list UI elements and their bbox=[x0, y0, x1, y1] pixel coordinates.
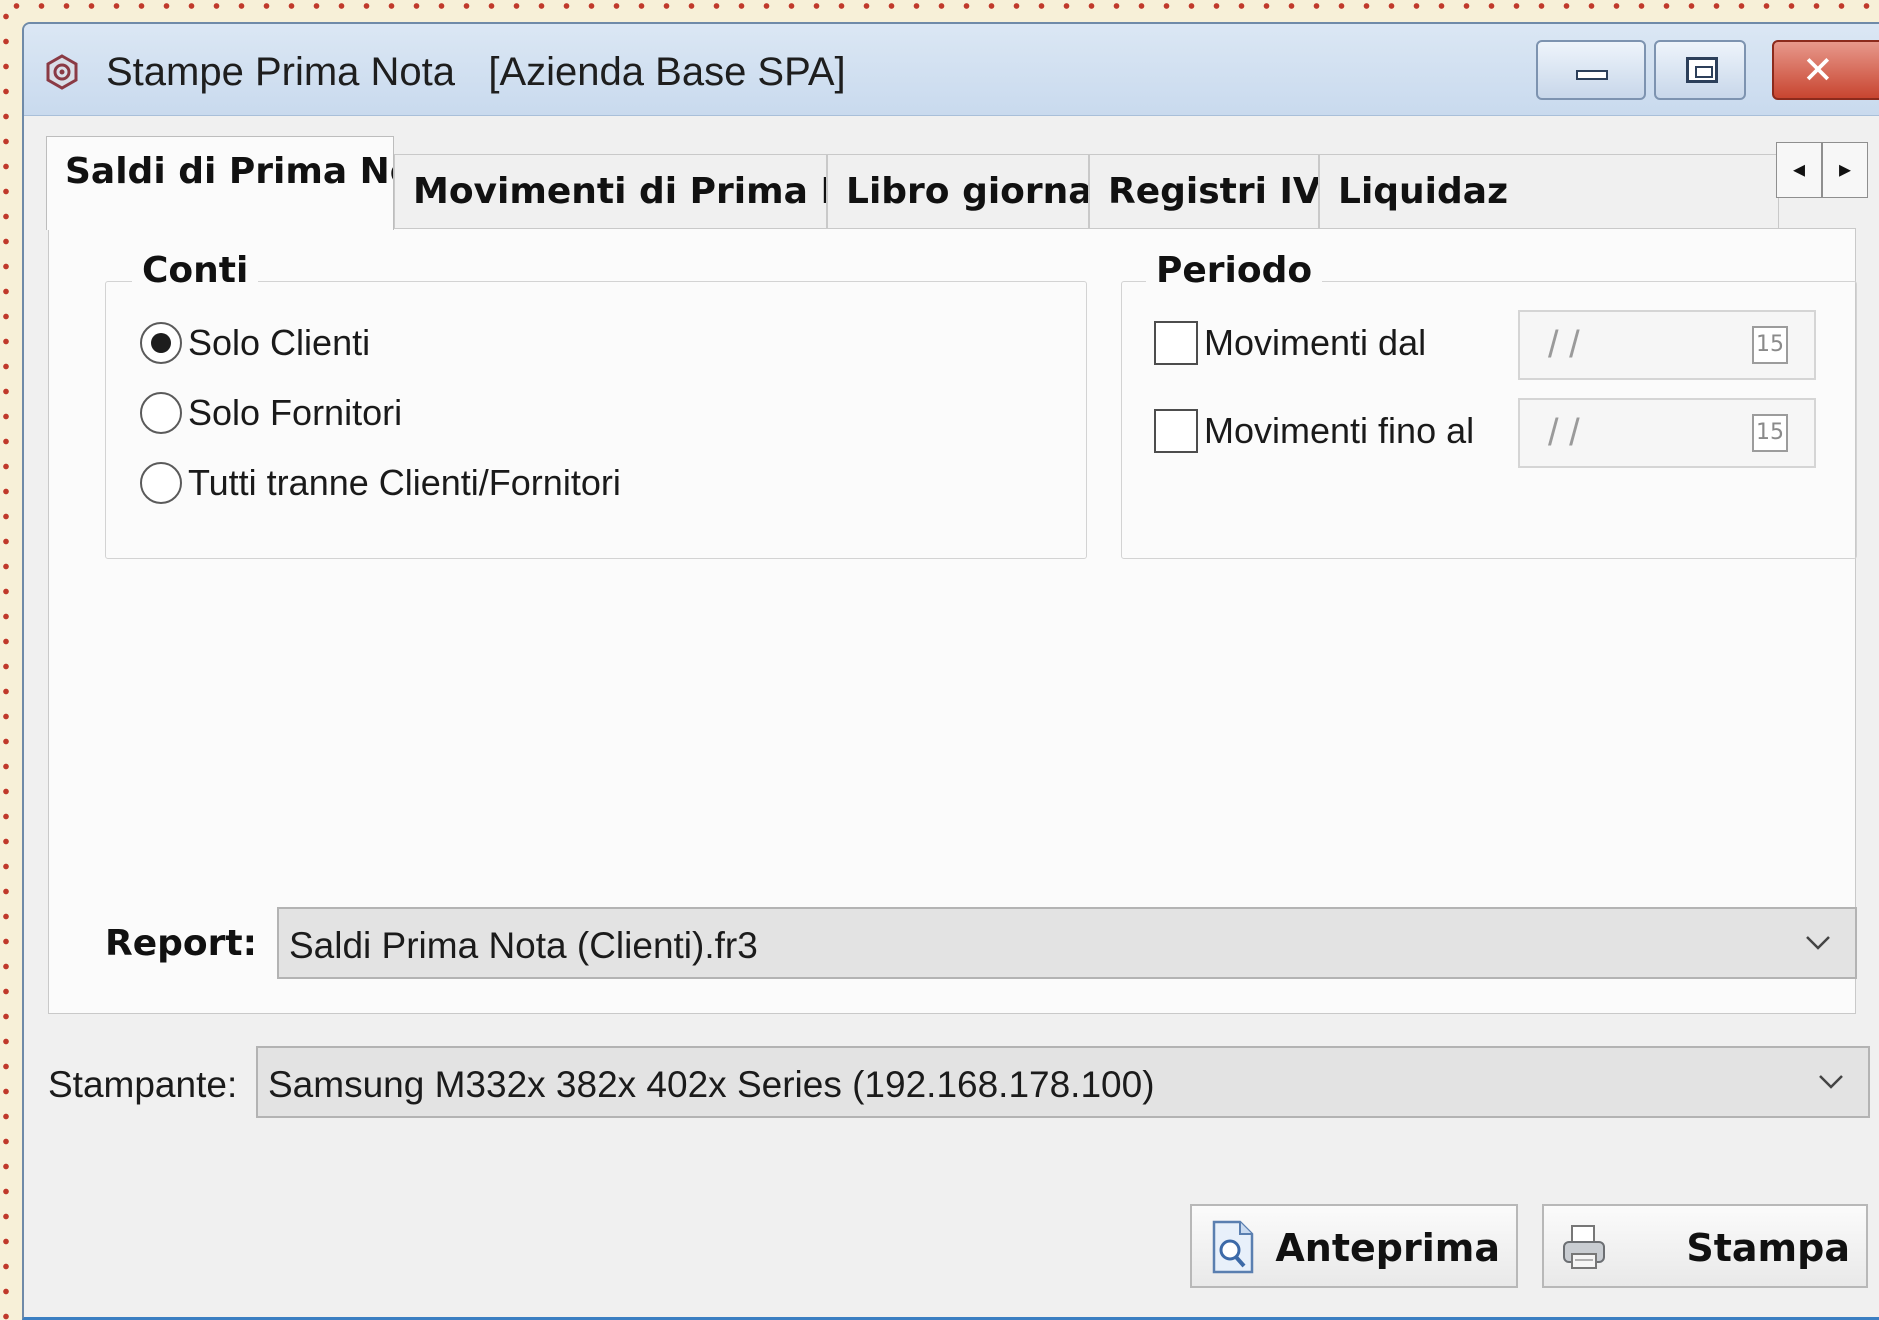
radio-button[interactable] bbox=[140, 462, 182, 504]
conti-legend: Conti bbox=[132, 250, 259, 291]
dotted-border-top bbox=[0, 0, 1879, 12]
radio-button-checked[interactable] bbox=[140, 322, 182, 364]
report-select[interactable]: Saldi Prima Nota (Clienti).fr3 bbox=[277, 907, 1857, 979]
tab-scroller: ◂ ▸ bbox=[1776, 142, 1868, 198]
radio-label: Solo Clienti bbox=[188, 322, 371, 363]
radio-solo-clienti[interactable]: Solo Clienti bbox=[140, 318, 370, 368]
radio-tutti-tranne[interactable]: Tutti tranne Clienti/Fornitori bbox=[140, 458, 621, 508]
movimenti-dal-label: Movimenti dal bbox=[1204, 322, 1427, 363]
movimenti-fino-al-label: Movimenti fino al bbox=[1204, 410, 1475, 451]
date-value: / / bbox=[1548, 324, 1580, 366]
movimenti-fino-al-checkbox-row[interactable]: Movimenti fino al bbox=[1154, 406, 1474, 456]
periodo-legend: Periodo bbox=[1146, 250, 1323, 291]
date-value: / / bbox=[1548, 412, 1580, 454]
report-label: Report: bbox=[105, 923, 257, 964]
movimenti-dal-date-field[interactable]: / / 15 bbox=[1518, 310, 1816, 380]
movimenti-fino-al-checkbox[interactable] bbox=[1154, 409, 1198, 453]
calendar-icon[interactable]: 15 bbox=[1752, 326, 1788, 364]
radio-label: Solo Fornitori bbox=[188, 392, 403, 433]
radio-solo-fornitori[interactable]: Solo Fornitori bbox=[140, 388, 402, 438]
title-bar[interactable]: Stampe Prima Nota [Azienda Base SPA] ✕ bbox=[24, 24, 1879, 116]
dotted-border-left bbox=[0, 0, 12, 1320]
tab-scroll-right-button[interactable]: ▸ bbox=[1822, 142, 1868, 198]
close-button[interactable]: ✕ bbox=[1772, 40, 1879, 100]
printer-select[interactable]: Samsung M332x 382x 402x Series (192.168.… bbox=[256, 1046, 1870, 1118]
window-title: Stampe Prima Nota [Azienda Base SPA] bbox=[106, 50, 846, 94]
preview-document-icon bbox=[1212, 1220, 1254, 1274]
chevron-down-icon bbox=[1819, 1075, 1843, 1089]
movimenti-dal-checkbox[interactable] bbox=[1154, 321, 1198, 365]
restore-button[interactable] bbox=[1654, 40, 1746, 100]
tab-scroll-left-button[interactable]: ◂ bbox=[1776, 142, 1822, 198]
report-selected-value: Saldi Prima Nota (Clienti).fr3 bbox=[289, 925, 758, 966]
tab-movimenti-di-prima-nota[interactable]: Movimenti di Prima Nota bbox=[394, 154, 827, 228]
radio-label: Tutti tranne Clienti/Fornitori bbox=[188, 462, 621, 503]
chevron-down-icon bbox=[1806, 936, 1830, 950]
anteprima-label: Anteprima bbox=[1275, 1226, 1500, 1270]
stampe-prima-nota-window: Stampe Prima Nota [Azienda Base SPA] ✕ S… bbox=[22, 22, 1879, 1320]
periodo-group: Periodo Movimenti dal / / 15 Movimenti f… bbox=[1121, 250, 1857, 559]
window-restore-icon bbox=[1686, 57, 1718, 83]
minimize-button[interactable] bbox=[1536, 40, 1646, 100]
anteprima-button[interactable]: Anteprima bbox=[1190, 1204, 1518, 1288]
close-icon: ✕ bbox=[1802, 48, 1834, 92]
app-logo-icon bbox=[46, 54, 78, 90]
stampa-label: Stampa bbox=[1686, 1226, 1850, 1270]
radio-button[interactable] bbox=[140, 392, 182, 434]
printer-label: Stampante: bbox=[48, 1064, 238, 1105]
tab-saldi-di-prima-nota[interactable]: Saldi di Prima Nota bbox=[46, 136, 394, 230]
window-minimize-icon bbox=[1576, 70, 1608, 80]
tab-panel-saldi: Conti Solo Clienti Solo Fornitori Tutti … bbox=[48, 228, 1857, 1014]
stampa-button[interactable]: Stampa bbox=[1542, 1204, 1868, 1288]
conti-group: Conti Solo Clienti Solo Fornitori Tutti … bbox=[105, 250, 1087, 559]
tab-registri-iva[interactable]: Registri IVA bbox=[1089, 154, 1319, 228]
printer-icon bbox=[1563, 1225, 1605, 1269]
tab-liquidazione[interactable]: Liquidaz bbox=[1319, 154, 1779, 228]
movimenti-fino-al-date-field[interactable]: / / 15 bbox=[1518, 398, 1816, 468]
tab-libro-giornale[interactable]: Libro giornale bbox=[827, 154, 1089, 228]
movimenti-dal-checkbox-row[interactable]: Movimenti dal bbox=[1154, 318, 1426, 368]
printer-selected-value: Samsung M332x 382x 402x Series (192.168.… bbox=[268, 1064, 1155, 1105]
calendar-icon[interactable]: 15 bbox=[1752, 414, 1788, 452]
